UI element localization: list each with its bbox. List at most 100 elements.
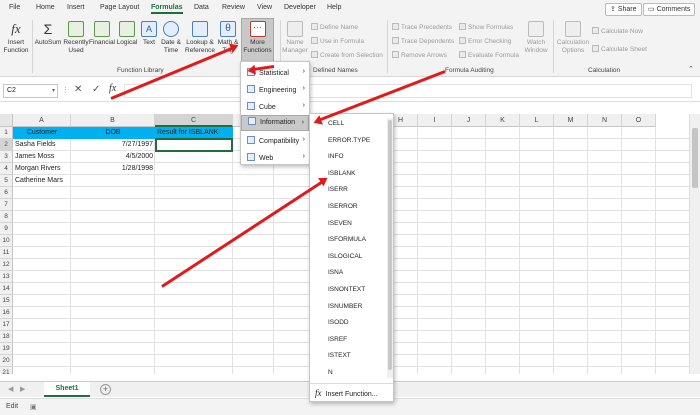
- tab-view[interactable]: View: [257, 4, 272, 11]
- add-sheet-icon[interactable]: +: [100, 384, 111, 395]
- column-header-o[interactable]: O: [622, 114, 656, 127]
- calculation-options-button[interactable]: Calculation Options: [556, 19, 590, 54]
- cell-a2[interactable]: Sasha Fields: [13, 139, 71, 151]
- row-header-5[interactable]: 5: [0, 175, 13, 187]
- row-header-1[interactable]: 1: [0, 127, 13, 139]
- more-functions-button[interactable]: ⋯ More Functions: [241, 18, 274, 66]
- collapse-ribbon-icon[interactable]: ⌃: [688, 65, 694, 73]
- row-header-15[interactable]: 15: [0, 295, 13, 307]
- info-function-isnontext[interactable]: ISNONTEXT: [310, 286, 365, 293]
- info-function-istext[interactable]: ISTEXT: [310, 352, 351, 359]
- tab-review[interactable]: Review: [222, 4, 245, 11]
- evaluate-formula-button[interactable]: Evaluate Formula: [459, 51, 519, 59]
- row-header-8[interactable]: 8: [0, 211, 13, 223]
- info-function-isblank[interactable]: ISBLANK: [310, 170, 355, 177]
- info-function-isformula[interactable]: ISFORMULA: [310, 236, 366, 243]
- tab-developer[interactable]: Developer: [284, 4, 316, 11]
- menu-item-compatibility[interactable]: Compatibility ›: [241, 136, 309, 145]
- error-checking-button[interactable]: Error Checking: [459, 37, 511, 45]
- info-function-isref[interactable]: ISREF: [310, 336, 347, 343]
- menu-item-engineering[interactable]: Engineering ›: [241, 85, 309, 94]
- row-header-4[interactable]: 4: [0, 163, 13, 175]
- create-from-selection-button[interactable]: Create from Selection: [311, 51, 383, 59]
- next-sheet-icon[interactable]: ▶: [20, 385, 25, 393]
- share-button[interactable]: ⇪ Share: [605, 3, 642, 16]
- row-header-2[interactable]: 2: [0, 139, 13, 151]
- name-manager-button[interactable]: Name Manager: [282, 19, 308, 54]
- cell-a5[interactable]: Catherine Mars: [13, 175, 71, 187]
- column-header-l[interactable]: L: [520, 114, 554, 127]
- tab-insert[interactable]: Insert: [67, 4, 85, 11]
- row-header-11[interactable]: 11: [0, 247, 13, 259]
- row-header-3[interactable]: 3: [0, 151, 13, 163]
- column-header-i[interactable]: I: [418, 114, 452, 127]
- info-function-islogical[interactable]: ISLOGICAL: [310, 253, 362, 260]
- row-header-12[interactable]: 12: [0, 259, 13, 271]
- cell-a3[interactable]: James Moss: [13, 151, 71, 163]
- comments-button[interactable]: ▭ Comments: [643, 3, 696, 16]
- row-header-7[interactable]: 7: [0, 199, 13, 211]
- insert-function-menu-item[interactable]: fx Insert Function...: [310, 388, 378, 398]
- cell-b4[interactable]: 1/28/1998: [71, 163, 155, 175]
- info-function-n[interactable]: N: [310, 369, 333, 376]
- menu-item-web[interactable]: Web ›: [241, 153, 309, 162]
- watch-window-button[interactable]: Watch Window: [521, 19, 551, 54]
- row-header-10[interactable]: 10: [0, 235, 13, 247]
- row-header-21[interactable]: 21: [0, 367, 13, 374]
- insert-function-button[interactable]: fx Insert Function: [2, 19, 30, 54]
- column-header-j[interactable]: J: [452, 114, 486, 127]
- prev-sheet-icon[interactable]: ◀: [8, 385, 13, 393]
- calculate-now-button[interactable]: Calculate Now: [592, 27, 643, 35]
- tab-page-layout[interactable]: Page Layout: [100, 4, 139, 11]
- trace-dependents-button[interactable]: Trace Dependents: [392, 37, 454, 45]
- cancel-icon[interactable]: ✕: [74, 84, 82, 95]
- column-header-m[interactable]: M: [554, 114, 588, 127]
- column-header-a[interactable]: A: [13, 114, 71, 127]
- cell-b3[interactable]: 4/5/2000: [71, 151, 155, 163]
- cell-a4[interactable]: Morgan Rivers: [13, 163, 71, 175]
- info-function-isnumber[interactable]: ISNUMBER: [310, 303, 362, 310]
- lookup-reference-button[interactable]: Lookup & Reference: [183, 19, 217, 54]
- enter-icon[interactable]: ✓: [92, 84, 100, 95]
- info-function-iseven[interactable]: ISEVEN: [310, 220, 352, 227]
- column-header-c[interactable]: C: [155, 114, 233, 127]
- cell-b1[interactable]: DOB: [71, 127, 155, 139]
- menu-item-cube[interactable]: Cube ›: [241, 102, 309, 111]
- show-formulas-button[interactable]: Show Formulas: [459, 23, 513, 31]
- column-header-n[interactable]: N: [588, 114, 622, 127]
- tab-data[interactable]: Data: [194, 4, 209, 11]
- row-header-18[interactable]: 18: [0, 331, 13, 343]
- info-function-iserror[interactable]: ISERROR: [310, 203, 358, 210]
- row-header-20[interactable]: 20: [0, 355, 13, 367]
- column-header-k[interactable]: K: [486, 114, 520, 127]
- tab-file[interactable]: File: [9, 4, 20, 11]
- submenu-scrollbar[interactable]: [387, 118, 393, 378]
- date-time-button[interactable]: Date & Time: [159, 19, 183, 54]
- row-header-9[interactable]: 9: [0, 223, 13, 235]
- insert-function-icon[interactable]: fx: [109, 83, 116, 94]
- row-header-14[interactable]: 14: [0, 283, 13, 295]
- autosum-button[interactable]: Σ AutoSum: [33, 19, 63, 47]
- recently-used-button[interactable]: Recently Used: [62, 19, 90, 54]
- active-cell-c2[interactable]: [155, 138, 233, 152]
- row-header-13[interactable]: 13: [0, 271, 13, 283]
- macro-record-icon[interactable]: ▣: [30, 403, 37, 411]
- vertical-scrollbar[interactable]: [689, 114, 700, 374]
- row-header-17[interactable]: 17: [0, 319, 13, 331]
- info-function-isna[interactable]: ISNA: [310, 269, 343, 276]
- info-function-error-type[interactable]: ERROR.TYPE: [310, 137, 370, 144]
- sheet-tab-sheet1[interactable]: Sheet1: [44, 382, 90, 397]
- remove-arrows-button[interactable]: Remove Arrows: [392, 51, 447, 59]
- cell-b2[interactable]: 7/27/1997: [71, 139, 155, 151]
- calculate-sheet-button[interactable]: Calculate Sheet: [592, 45, 647, 53]
- define-name-button[interactable]: Define Name: [311, 23, 358, 31]
- menu-item-information[interactable]: Information ›: [241, 115, 309, 131]
- tab-home[interactable]: Home: [36, 4, 55, 11]
- tab-formulas[interactable]: Formulas: [151, 4, 183, 14]
- scrollbar-thumb[interactable]: [692, 128, 698, 188]
- row-header-16[interactable]: 16: [0, 307, 13, 319]
- info-function-isodd[interactable]: ISODD: [310, 319, 349, 326]
- submenu-scrollbar-thumb[interactable]: [388, 120, 392, 370]
- name-box[interactable]: C2 ▾: [3, 84, 58, 98]
- row-header-19[interactable]: 19: [0, 343, 13, 355]
